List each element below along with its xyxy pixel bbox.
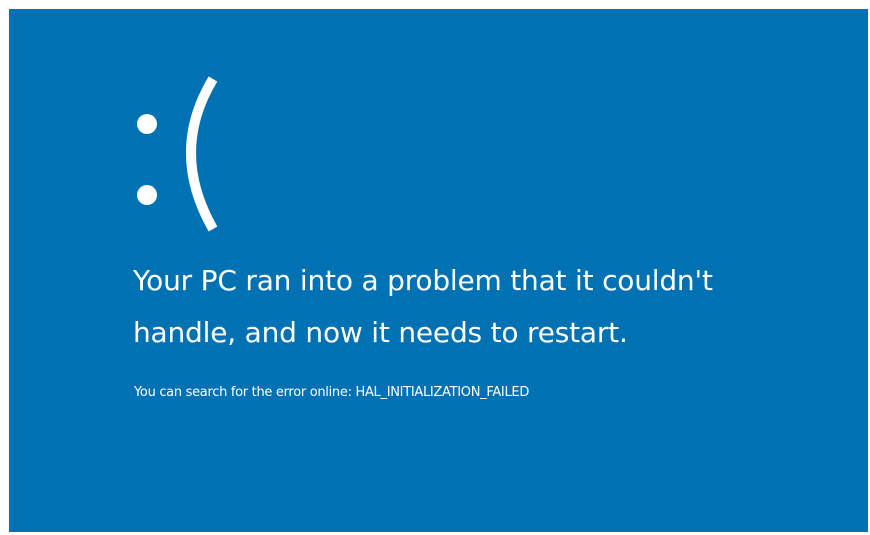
sad-face-icon [137, 76, 218, 232]
emoticon-parenthesis [186, 76, 218, 232]
error-headline: Your PC ran into a problem that it could… [133, 255, 833, 359]
error-search-hint: You can search for the error online: HAL… [134, 385, 530, 400]
headline-line-1: Your PC ran into a problem that it could… [133, 264, 713, 297]
blue-screen: Your PC ran into a problem that it could… [9, 9, 868, 532]
emoticon-lower-dot [137, 185, 157, 205]
sad-face-emoticon [125, 64, 245, 239]
emoticon-upper-dot [137, 114, 157, 134]
screenshot-frame: Your PC ran into a problem that it could… [0, 0, 870, 535]
headline-line-2: handle, and now it needs to restart. [133, 316, 628, 349]
